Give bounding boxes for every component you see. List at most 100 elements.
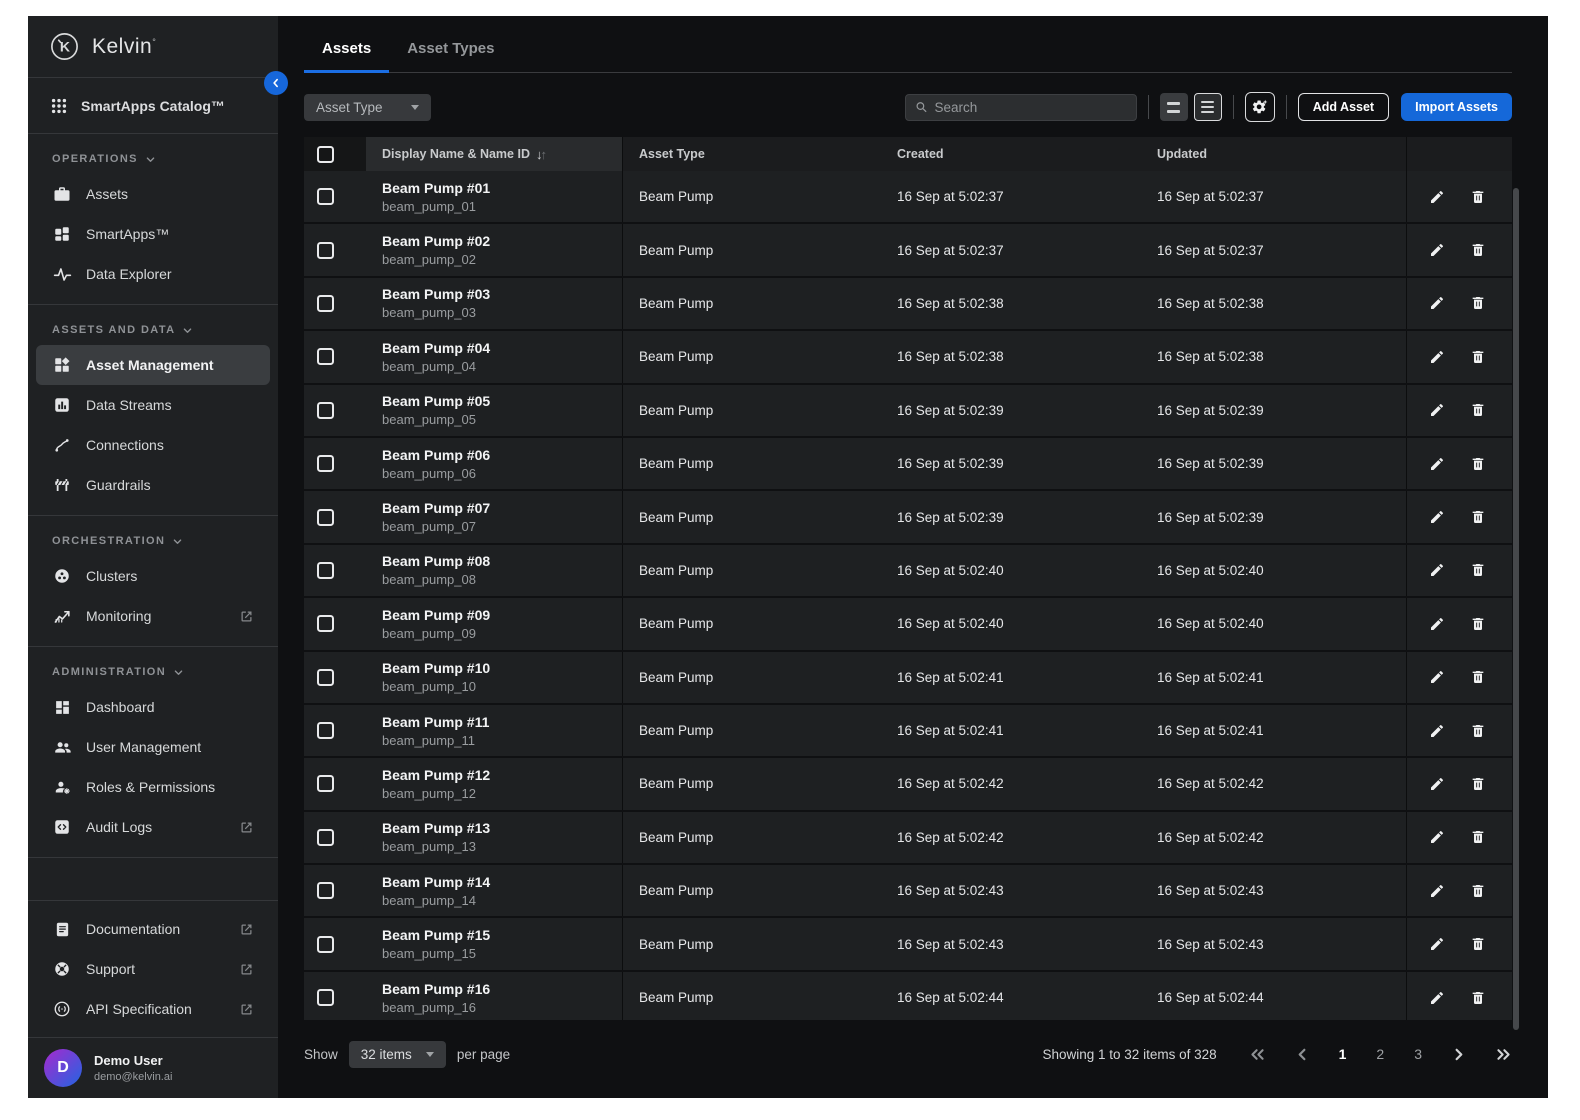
row-checkbox[interactable] — [317, 775, 334, 792]
edit-button[interactable] — [1427, 347, 1447, 367]
add-asset-button[interactable]: Add Asset — [1298, 93, 1389, 121]
edit-button[interactable] — [1427, 507, 1447, 527]
edit-button[interactable] — [1427, 240, 1447, 260]
table-row[interactable]: Beam Pump #14 beam_pump_14 Beam Pump 16 … — [304, 865, 1512, 918]
page-size-dropdown[interactable]: 32 items — [349, 1041, 446, 1068]
last-page-button[interactable] — [1495, 1047, 1512, 1062]
row-checkbox[interactable] — [317, 882, 334, 899]
page-button-2[interactable]: 2 — [1376, 1046, 1384, 1062]
search-input[interactable] — [934, 100, 1126, 115]
tab-asset-types[interactable]: Asset Types — [389, 40, 512, 73]
column-header-name[interactable]: Display Name & Name ID ↓↑ — [366, 137, 623, 171]
delete-button[interactable] — [1468, 667, 1488, 687]
sidebar-item-connections[interactable]: Connections — [36, 425, 270, 465]
table-row[interactable]: Beam Pump #02 beam_pump_02 Beam Pump 16 … — [304, 224, 1512, 277]
row-checkbox[interactable] — [317, 989, 334, 1006]
search-box[interactable] — [905, 94, 1137, 121]
sidebar-collapse-button[interactable] — [264, 71, 288, 95]
edit-button[interactable] — [1427, 881, 1447, 901]
table-row[interactable]: Beam Pump #03 beam_pump_03 Beam Pump 16 … — [304, 278, 1512, 331]
edit-button[interactable] — [1427, 454, 1447, 474]
tab-assets[interactable]: Assets — [304, 40, 389, 73]
row-checkbox[interactable] — [317, 295, 334, 312]
table-row[interactable]: Beam Pump #05 beam_pump_05 Beam Pump 16 … — [304, 385, 1512, 438]
delete-button[interactable] — [1468, 614, 1488, 634]
sidebar-item-user-management[interactable]: User Management — [36, 727, 270, 767]
column-header-created[interactable]: Created — [881, 137, 1141, 171]
sidebar-item-smartapps[interactable]: SmartApps™ — [36, 214, 270, 254]
table-row[interactable]: Beam Pump #01 beam_pump_01 Beam Pump 16 … — [304, 171, 1512, 224]
sidebar-item-documentation[interactable]: Documentation — [36, 909, 270, 949]
first-page-button[interactable] — [1249, 1047, 1266, 1062]
delete-button[interactable] — [1468, 454, 1488, 474]
row-checkbox[interactable] — [317, 615, 334, 632]
asset-type-filter-dropdown[interactable]: Asset Type — [304, 94, 431, 121]
sidebar-item-audit-logs[interactable]: Audit Logs — [36, 807, 270, 847]
edit-button[interactable] — [1427, 934, 1447, 954]
row-checkbox[interactable] — [317, 242, 334, 259]
sidebar-item-guardrails[interactable]: Guardrails — [36, 465, 270, 505]
select-all-checkbox[interactable] — [317, 146, 334, 163]
row-checkbox[interactable] — [317, 509, 334, 526]
table-row[interactable]: Beam Pump #07 beam_pump_07 Beam Pump 16 … — [304, 491, 1512, 544]
previous-page-button[interactable] — [1296, 1047, 1309, 1062]
table-row[interactable]: Beam Pump #15 beam_pump_15 Beam Pump 16 … — [304, 918, 1512, 971]
sidebar-item-dashboard[interactable]: Dashboard — [36, 687, 270, 727]
row-checkbox[interactable] — [317, 669, 334, 686]
table-settings-button[interactable] — [1245, 92, 1275, 122]
section-header-orchestration[interactable]: ORCHESTRATION — [28, 522, 278, 556]
row-checkbox[interactable] — [317, 722, 334, 739]
edit-button[interactable] — [1427, 293, 1447, 313]
edit-button[interactable] — [1427, 400, 1447, 420]
section-header-administration[interactable]: ADMINISTRATION — [28, 653, 278, 687]
section-header-assets-and-data[interactable]: ASSETS AND DATA — [28, 311, 278, 345]
page-button-3[interactable]: 3 — [1414, 1046, 1422, 1062]
row-checkbox[interactable] — [317, 348, 334, 365]
view-list-button[interactable] — [1194, 93, 1222, 121]
table-row[interactable]: Beam Pump #10 beam_pump_10 Beam Pump 16 … — [304, 652, 1512, 705]
column-header-updated[interactable]: Updated — [1141, 137, 1406, 171]
sidebar-item-roles-permissions[interactable]: Roles & Permissions — [36, 767, 270, 807]
user-profile[interactable]: D Demo User demo@kelvin.ai — [28, 1037, 278, 1098]
row-checkbox[interactable] — [317, 936, 334, 953]
delete-button[interactable] — [1468, 721, 1488, 741]
delete-button[interactable] — [1468, 774, 1488, 794]
edit-button[interactable] — [1427, 774, 1447, 794]
view-compact-button[interactable] — [1160, 93, 1188, 121]
delete-button[interactable] — [1468, 934, 1488, 954]
sidebar-item-data-streams[interactable]: Data Streams — [36, 385, 270, 425]
column-header-type[interactable]: Asset Type — [623, 137, 881, 171]
table-row[interactable]: Beam Pump #16 beam_pump_16 Beam Pump 16 … — [304, 972, 1512, 1020]
import-assets-button[interactable]: Import Assets — [1401, 93, 1512, 121]
table-row[interactable]: Beam Pump #08 beam_pump_08 Beam Pump 16 … — [304, 545, 1512, 598]
edit-button[interactable] — [1427, 667, 1447, 687]
next-page-button[interactable] — [1452, 1047, 1465, 1062]
edit-button[interactable] — [1427, 988, 1447, 1008]
row-checkbox[interactable] — [317, 829, 334, 846]
delete-button[interactable] — [1468, 988, 1488, 1008]
sidebar-item-support[interactable]: Support — [36, 949, 270, 989]
table-row[interactable]: Beam Pump #09 beam_pump_09 Beam Pump 16 … — [304, 598, 1512, 651]
sidebar-item-smartapps-catalog[interactable]: SmartApps Catalog™ — [28, 78, 278, 134]
edit-button[interactable] — [1427, 721, 1447, 741]
sidebar-item-asset-management[interactable]: Asset Management — [36, 345, 270, 385]
delete-button[interactable] — [1468, 560, 1488, 580]
vertical-scrollbar[interactable] — [1513, 188, 1519, 1030]
table-row[interactable]: Beam Pump #13 beam_pump_13 Beam Pump 16 … — [304, 812, 1512, 865]
edit-button[interactable] — [1427, 614, 1447, 634]
row-checkbox[interactable] — [317, 562, 334, 579]
edit-button[interactable] — [1427, 827, 1447, 847]
sidebar-item-assets[interactable]: Assets — [36, 174, 270, 214]
delete-button[interactable] — [1468, 507, 1488, 527]
row-checkbox[interactable] — [317, 455, 334, 472]
sidebar-item-monitoring[interactable]: Monitoring — [36, 596, 270, 636]
row-checkbox[interactable] — [317, 188, 334, 205]
delete-button[interactable] — [1468, 240, 1488, 260]
sidebar-item-data-explorer[interactable]: Data Explorer — [36, 254, 270, 294]
delete-button[interactable] — [1468, 827, 1488, 847]
table-row[interactable]: Beam Pump #04 beam_pump_04 Beam Pump 16 … — [304, 331, 1512, 384]
table-row[interactable]: Beam Pump #12 beam_pump_12 Beam Pump 16 … — [304, 758, 1512, 811]
edit-button[interactable] — [1427, 187, 1447, 207]
delete-button[interactable] — [1468, 187, 1488, 207]
delete-button[interactable] — [1468, 400, 1488, 420]
